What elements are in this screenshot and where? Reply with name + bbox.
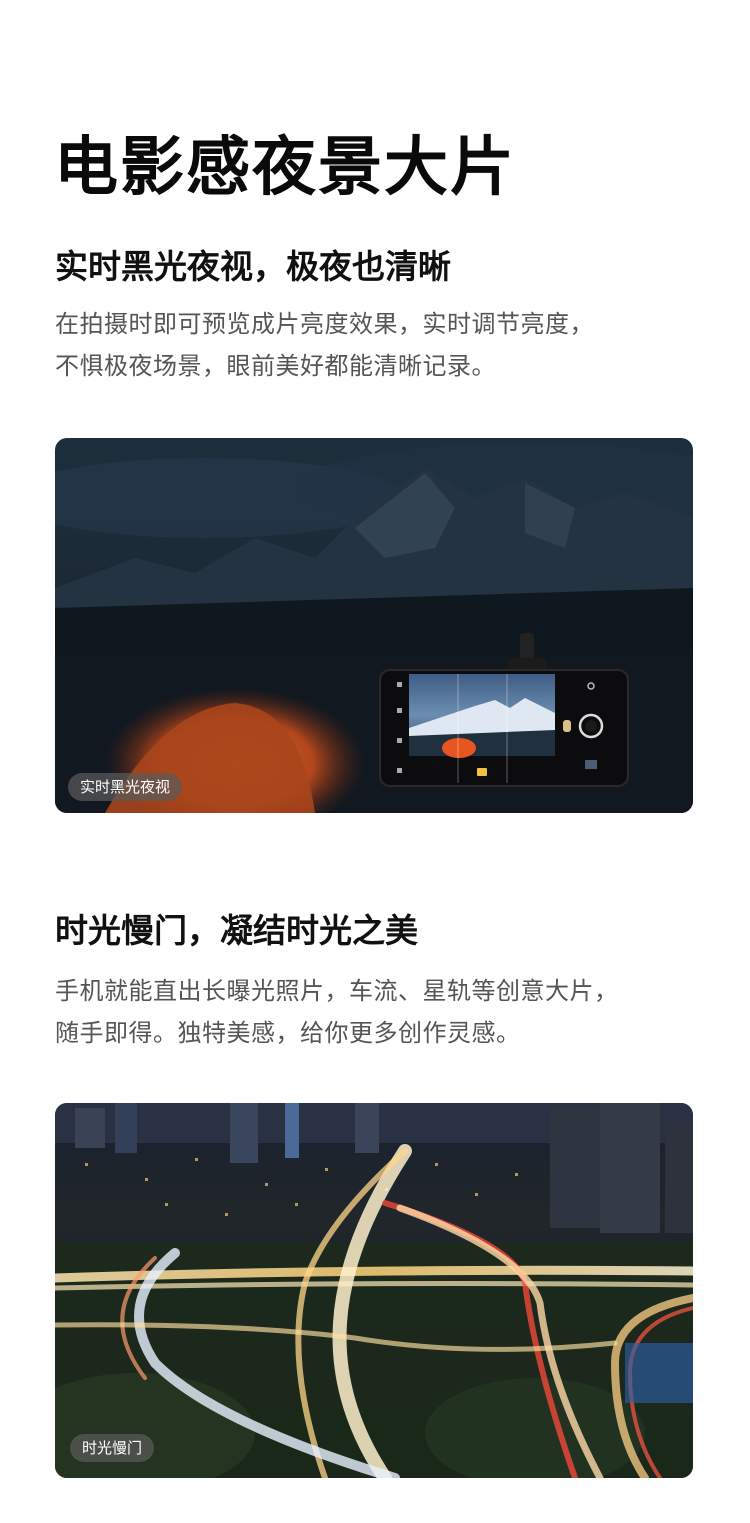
section-description-night-vision: 在拍摄时即可预览成片亮度效果，实时调节亮度， 不惧极夜场景，眼前美好都能清晰记录… [55,303,705,387]
section-heading-long-exposure: 时光慢门，凝结时光之美 [55,911,418,950]
description-line: 不惧极夜场景，眼前美好都能清晰记录。 [55,352,496,380]
section-description-long-exposure: 手机就能直出长曝光照片，车流、星轨等创意大片， 随手即得。独特美感，给你更多创作… [55,970,705,1054]
night-mountain-tent-image [55,438,693,813]
page-title: 电影感夜景大片 [54,131,516,205]
description-line: 在拍摄时即可预览成片亮度效果，实时调节亮度， [55,310,594,338]
image-badge: 实时黑光夜视 [68,773,183,801]
description-line: 手机就能直出长曝光照片，车流、星轨等创意大片， [55,977,619,1005]
image-badge: 时光慢门 [70,1434,155,1462]
night-vision-photo: 实时黑光夜视 [55,438,693,813]
description-line: 随手即得。独特美感，给你更多创作灵感。 [55,1019,521,1047]
long-exposure-photo: 时光慢门 [55,1103,693,1478]
city-interchange-light-trails-image [55,1103,693,1478]
section-heading-night-vision: 实时黑光夜视，极夜也清晰 [55,247,451,286]
